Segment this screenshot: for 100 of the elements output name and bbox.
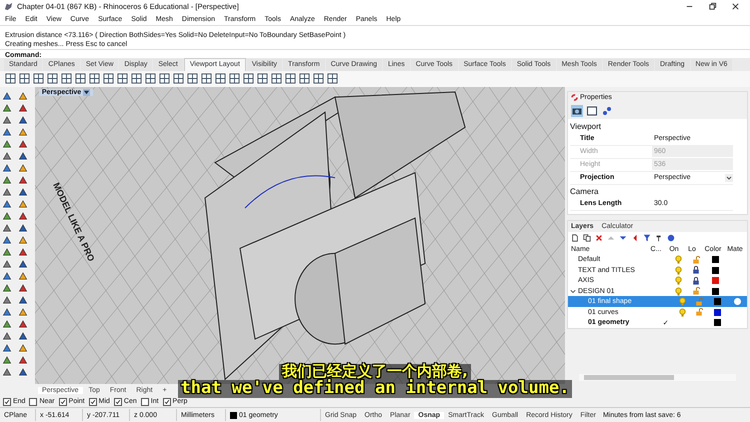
camera-icon[interactable]: [571, 104, 583, 117]
modeling-tool-icon[interactable]: [1, 366, 13, 378]
modeling-tool-icon[interactable]: [17, 150, 29, 162]
modeling-tool-icon[interactable]: [17, 186, 29, 198]
modeling-tool-icon[interactable]: [17, 342, 29, 354]
modeling-tool-icon[interactable]: [17, 354, 29, 366]
osnap-checkbox[interactable]: [114, 398, 122, 406]
viewport-layout-icon[interactable]: [89, 73, 100, 84]
modeling-tool-icon[interactable]: [1, 234, 13, 246]
lightbulb-icon[interactable]: [674, 255, 683, 264]
new-document-icon[interactable]: [571, 234, 579, 242]
lightbulb-icon[interactable]: [674, 286, 683, 296]
viewport-layout-icon[interactable]: [271, 73, 282, 84]
modeling-tool-icon[interactable]: [17, 294, 29, 306]
lightbulb-icon[interactable]: [678, 308, 687, 317]
modeling-tool-icon[interactable]: [17, 126, 29, 138]
modeling-tool-icon[interactable]: [1, 318, 13, 330]
lightbulb-icon[interactable]: [674, 266, 683, 275]
modeling-tool-icon[interactable]: [17, 102, 29, 114]
viewport-layout-icon[interactable]: [187, 73, 198, 84]
modeling-tool-icon[interactable]: [17, 246, 29, 258]
layer-color-swatch[interactable]: [712, 266, 720, 274]
viewport-layout-icon[interactable]: [229, 73, 240, 84]
layer-color-swatch[interactable]: [714, 308, 722, 316]
modeling-tool-icon[interactable]: [17, 330, 29, 342]
modeling-tool-icon[interactable]: [1, 258, 13, 270]
viewport-layout-icon[interactable]: [285, 73, 296, 84]
modeling-tool-icon[interactable]: [17, 174, 29, 186]
osnap-checkbox[interactable]: [162, 398, 171, 406]
viewport-layout-icon[interactable]: [19, 73, 30, 84]
modeling-tool-icon[interactable]: [1, 150, 13, 162]
viewport-layout-icon[interactable]: [103, 73, 114, 84]
osnap-checkbox[interactable]: [29, 398, 38, 406]
modeling-tool-icon[interactable]: [1, 306, 13, 318]
open-lock-icon[interactable]: [692, 287, 700, 296]
layer-color-swatch[interactable]: [712, 288, 720, 295]
modeling-tool-icon[interactable]: [1, 282, 13, 294]
modeling-tool-icon[interactable]: [17, 366, 29, 378]
modeling-tool-icon[interactable]: [1, 330, 13, 342]
layer-color-swatch[interactable]: [714, 298, 722, 306]
modeling-tool-icon[interactable]: [17, 234, 29, 246]
close-icon[interactable]: [731, 2, 740, 12]
osnap-checkbox[interactable]: [58, 398, 67, 406]
viewport-layout-icon[interactable]: [47, 73, 58, 84]
closed-lock-icon[interactable]: [692, 266, 700, 274]
lightbulb-icon[interactable]: [674, 276, 683, 286]
scrollbar-thumb[interactable]: [584, 375, 674, 380]
viewport-layout-icon[interactable]: [327, 73, 338, 84]
modeling-tool-icon[interactable]: [1, 186, 13, 198]
viewport-layout-icon[interactable]: [173, 73, 184, 84]
viewport-layout-icon[interactable]: [313, 73, 324, 84]
viewport-layout-icon[interactable]: [243, 73, 254, 84]
open-lock-icon[interactable]: [692, 256, 700, 264]
modeling-tool-icon[interactable]: [1, 90, 13, 102]
modeling-tool-icon[interactable]: [17, 114, 29, 126]
modeling-tool-icon[interactable]: [1, 294, 13, 306]
modeling-tool-icon[interactable]: [1, 102, 13, 114]
material-circle-icon[interactable]: [734, 298, 742, 306]
viewport-layout-icon[interactable]: [33, 73, 44, 84]
left-arrow-icon[interactable]: [631, 234, 639, 242]
layer-color-swatch[interactable]: [714, 319, 722, 326]
viewport-layout-icon[interactable]: [131, 73, 142, 84]
down-arrow-icon[interactable]: [619, 234, 627, 242]
modeling-tool-icon[interactable]: [1, 342, 13, 354]
viewport-layout-icon[interactable]: [257, 73, 268, 84]
modeling-tool-icon[interactable]: [17, 138, 29, 150]
closed-lock-icon[interactable]: [692, 276, 700, 285]
modeling-tool-icon[interactable]: [17, 162, 29, 174]
osnap-checkbox[interactable]: [3, 398, 11, 406]
modeling-tool-icon[interactable]: [1, 198, 13, 210]
layer-color-swatch[interactable]: [712, 277, 720, 284]
modeling-tool-icon[interactable]: [1, 138, 13, 150]
osnap-checkbox[interactable]: [140, 398, 149, 406]
viewport-layout-icon[interactable]: [201, 73, 212, 84]
modeling-tool-icon[interactable]: [17, 210, 29, 222]
viewport-layout-icon[interactable]: [75, 73, 86, 84]
modeling-tool-icon[interactable]: [1, 354, 13, 366]
viewport-layout-icon[interactable]: [117, 73, 128, 84]
delete-icon[interactable]: [595, 234, 603, 242]
osnap-checkbox[interactable]: [88, 398, 97, 406]
modeling-tool-icon[interactable]: [17, 282, 29, 294]
modeling-tool-icon[interactable]: [1, 246, 13, 258]
restore-icon[interactable]: [708, 2, 717, 12]
modeling-tool-icon[interactable]: [1, 270, 13, 282]
modeling-tool-icon[interactable]: [1, 114, 13, 126]
open-lock-icon[interactable]: [694, 308, 703, 316]
modeling-tool-icon[interactable]: [17, 270, 29, 282]
viewport-layout-icon[interactable]: [215, 73, 226, 84]
modeling-tool-icon[interactable]: [1, 126, 13, 138]
modeling-tool-icon[interactable]: [17, 318, 29, 330]
viewport-layout-icon[interactable]: [61, 73, 72, 84]
modeling-tool-icon[interactable]: [1, 162, 13, 174]
frame-icon[interactable]: [586, 104, 598, 117]
modeling-tool-icon[interactable]: [17, 222, 29, 234]
modeling-tool-icon[interactable]: [1, 210, 13, 222]
viewport-layout-icon[interactable]: [145, 73, 156, 84]
viewport-layout-icon[interactable]: [5, 73, 16, 84]
modeling-tool-icon[interactable]: [17, 198, 29, 210]
viewport-layout-icon[interactable]: [159, 73, 170, 84]
modeling-tool-icon[interactable]: [17, 258, 29, 270]
